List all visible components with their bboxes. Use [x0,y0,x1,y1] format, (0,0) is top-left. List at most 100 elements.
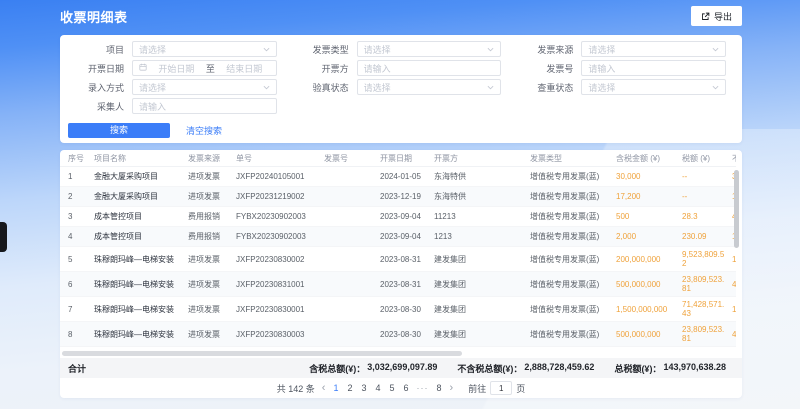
search-button[interactable]: 搜索 [68,123,170,138]
cell-type: 增值税专用发票(蓝) [530,171,616,182]
page-number-last[interactable]: 8 [436,383,443,393]
table-row[interactable]: 6 珠穆朗玛峰—电梯安装 进项发票 JXFP20230831001 2023-0… [60,272,736,297]
table-body: 1 金融大厦采购项目 进项发票 JXFP20240105001 2024-01-… [60,167,736,347]
cell-date: 2023-09-04 [380,212,434,221]
cell-date: 2023-12-19 [380,192,434,201]
dup-check-status-select[interactable]: 请选择 [581,79,726,95]
export-button[interactable]: 导出 [691,6,742,26]
filter-dup-check-status: 查重状态 请选择 [517,79,726,95]
invoice-source-select[interactable]: 请选择 [581,41,726,57]
cell-amount-without-tax: 476,190,476.19 [732,280,736,289]
cell-date: 2024-01-05 [380,172,434,181]
invoice-source-select-placeholder: 请选择 [588,43,615,56]
cell-tax: 28.3 [682,212,732,221]
cell-type: 增值税专用发票(蓝) [530,191,616,202]
cell-issuer: 建发集团 [434,279,530,290]
page-number-4[interactable]: 4 [374,383,381,393]
cell-amount-with-tax: 1,500,000,000 [616,305,682,314]
invoice-no-input-placeholder: 请输入 [588,62,615,75]
table-row[interactable]: 4 成本管控项目 费用报销 FYBX20230902003 2023-09-04… [60,227,736,247]
invoice-table-panel: 序号 项目名称 发票来源 单号 发票号 开票日期 开票方 发票类型 含税金额 (… [60,150,742,398]
cell-project: 珠穆朗玛峰—电梯安装 [94,304,188,315]
cell-source: 进项发票 [188,279,236,290]
cell-order-no: JXFP20230830001 [236,305,324,314]
filter-entry-method: 录入方式 请选择 [68,79,277,95]
table-row[interactable]: 3 成本管控项目 费用报销 FYBX20230902003 2023-09-04… [60,207,736,227]
cell-type: 增值税专用发票(蓝) [530,304,616,315]
project-select[interactable]: 请选择 [132,41,277,57]
cell-issuer: 建发集团 [434,254,530,265]
cell-amount-with-tax: 500,000,000 [616,280,682,289]
summary-with-tax-label: 含税总额(¥)： [309,362,365,375]
drawer-handle[interactable] [0,222,7,252]
cell-type: 增值税专用发票(蓝) [530,329,616,340]
column-header-type: 发票类型 [530,153,616,164]
page-title: 收票明细表 [60,7,128,26]
invoice-type-select[interactable]: 请选择 [357,41,502,57]
pagination-bar: 共 142 条 ‹ 123456 ··· 8 › 前往 页 [60,378,742,398]
table-scroll-area: 序号 项目名称 发票来源 单号 发票号 开票日期 开票方 发票类型 含税金额 (… [60,150,736,347]
summary-groups: 含税总额(¥)： 3,032,699,097.89 不含税总额(¥)： 2,88… [309,362,726,375]
invoice-date-range-picker[interactable]: 开始日期 至 结束日期 [132,60,277,76]
column-header-source: 发票来源 [188,153,236,164]
cell-tax: 9,523,809.52 [682,250,732,268]
cell-order-no: JXFP20230830003 [236,330,324,339]
filter-project: 项目 请选择 [68,41,277,57]
date-end-placeholder: 结束日期 [219,62,270,75]
table-row[interactable]: 1 金融大厦采购项目 进项发票 JXFP20240105001 2024-01-… [60,167,736,187]
table-row[interactable]: 5 珠穆朗玛峰—电梯安装 进项发票 JXFP20230830002 2023-0… [60,247,736,272]
horizontal-scrollbar-thumb[interactable] [62,351,462,356]
entry-method-select[interactable]: 请选择 [132,79,277,95]
top-bar: 收票明细表 导出 [60,0,742,32]
cell-no: 3 [60,212,94,221]
table-header-row: 序号 项目名称 发票来源 单号 发票号 开票日期 开票方 发票类型 含税金额 (… [60,150,736,167]
column-header-amount-without-tax: 不含税金额 (¥) [732,153,736,164]
project-select-placeholder: 请选择 [139,43,166,56]
cell-amount-without-tax: 476,190,476.19 [732,330,736,339]
filter-collector: 采集人 请输入 [68,98,277,114]
filter-verify-status: 验真状态 请选择 [293,79,502,95]
date-start-placeholder: 开始日期 [151,62,202,75]
page-number-3[interactable]: 3 [360,383,367,393]
cell-date: 2023-08-31 [380,255,434,264]
page-number-2[interactable]: 2 [346,383,353,393]
table-row[interactable]: 8 珠穆朗玛峰—电梯安装 进项发票 JXFP20230830003 2023-0… [60,322,736,347]
table-row[interactable]: 7 珠穆朗玛峰—电梯安装 进项发票 JXFP20230830001 2023-0… [60,297,736,322]
page-number-5[interactable]: 5 [389,383,396,393]
filter-collector-label: 采集人 [68,100,124,113]
cell-tax: 23,809,523.81 [682,275,732,293]
filter-invoice-type-label: 发票类型 [293,43,349,56]
column-header-amount-with-tax: 含税金额 (¥) [616,153,682,164]
table-row[interactable]: 2 金融大厦采购项目 进项发票 JXFP20231219002 2023-12-… [60,187,736,207]
cell-source: 费用报销 [188,231,236,242]
cell-order-no: JXFP20230831001 [236,280,324,289]
prev-page-icon[interactable]: ‹ [322,383,326,394]
summary-without-tax: 不含税总额(¥)： 2,888,728,459.62 [457,362,594,375]
collector-input[interactable]: 请输入 [132,98,277,114]
invoice-no-input[interactable]: 请输入 [581,60,726,76]
cell-project: 金融大厦采购项目 [94,191,188,202]
next-page-icon[interactable]: › [450,383,454,394]
invoice-type-select-placeholder: 请选择 [364,43,391,56]
clear-search-link[interactable]: 清空搜索 [186,124,222,137]
column-header-order-no: 单号 [236,153,324,164]
more-pages-icon[interactable]: ··· [417,383,429,393]
filter-actions: 搜索 清空搜索 [60,114,742,138]
summary-total-tax: 总税额(¥)： 143,970,638.28 [614,362,726,375]
cell-order-no: JXFP20240105001 [236,172,324,181]
cell-source: 进项发票 [188,191,236,202]
goto-page-input[interactable] [490,381,512,395]
dup-check-status-select-placeholder: 请选择 [588,81,615,94]
calendar-icon [139,63,147,73]
page-number-6[interactable]: 6 [403,383,410,393]
issuer-input[interactable]: 请输入 [357,60,502,76]
summary-without-tax-label: 不含税总额(¥)： [457,362,522,375]
verify-status-select[interactable]: 请选择 [357,79,502,95]
cell-no: 2 [60,192,94,201]
vertical-scrollbar-thumb[interactable] [734,170,739,248]
cell-issuer: 东海特供 [434,191,530,202]
page-number-1[interactable]: 1 [332,383,339,393]
cell-no: 7 [60,305,94,314]
filter-panel: 项目 请选择 发票类型 请选择 发票来源 请选择 开票日期 开始 [60,35,742,143]
cell-date: 2023-09-04 [380,232,434,241]
